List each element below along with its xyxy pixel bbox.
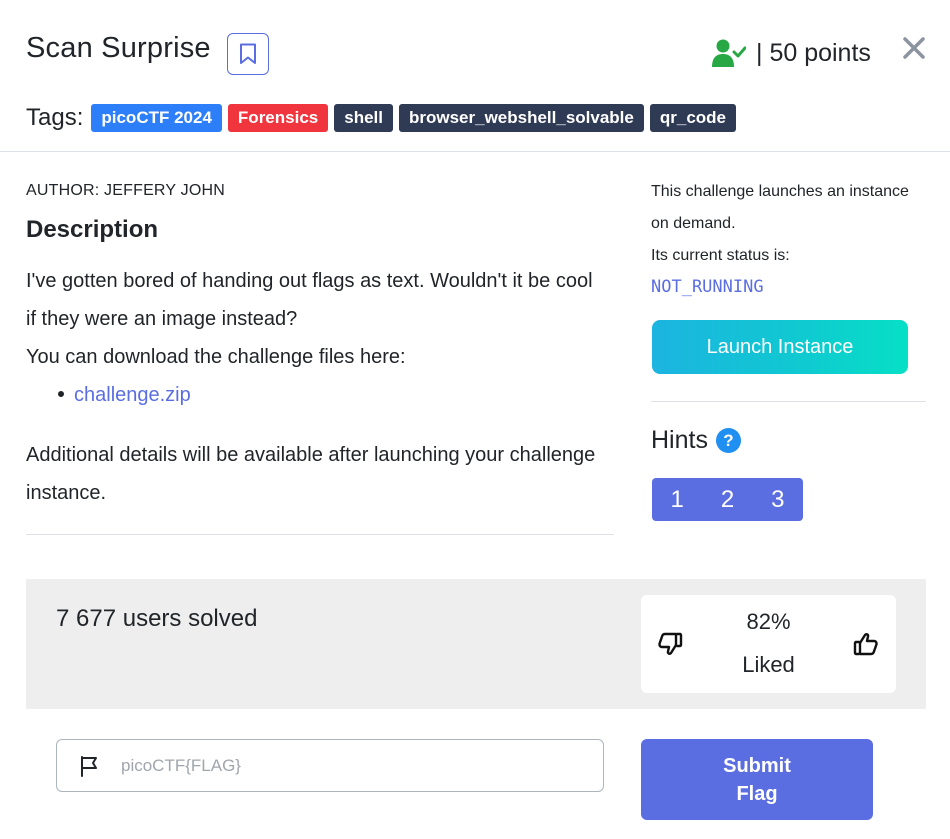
challenge-header: Scan Surprise | 50 points Tags: picoCTF …: [0, 0, 950, 152]
stats-panel: 7 677 users solved 82% Liked: [26, 579, 926, 709]
help-icon[interactable]: ?: [715, 428, 741, 453]
additional-details: Additional details will be available aft…: [26, 444, 596, 504]
submit-flag-button[interactable]: Submit Flag: [641, 739, 873, 820]
description-heading: Description: [26, 216, 159, 243]
file-list: challenge.zip: [58, 376, 191, 414]
liked-card: 82% Liked: [641, 595, 896, 693]
divider: [26, 534, 614, 535]
thumb-up-icon[interactable]: [853, 631, 879, 657]
challenge-title: Scan Surprise: [26, 32, 211, 64]
tag-list: Tags: picoCTF 2024 Forensics shell brows…: [26, 104, 742, 132]
tag-qr-code[interactable]: qr_code: [649, 104, 737, 132]
description-line-2: You can download the challenge files her…: [26, 346, 406, 368]
instance-status: NOT_RUNNING: [651, 277, 764, 297]
flag-icon: [81, 755, 97, 777]
bookmark-button[interactable]: [227, 33, 269, 75]
tag-browser-webshell-solvable[interactable]: browser_webshell_solvable: [398, 104, 644, 132]
hints-label: Hints: [651, 426, 708, 454]
hint-button-2[interactable]: 2: [702, 486, 752, 514]
submit-label-line-2: Flag: [736, 782, 778, 805]
tag-picoctf-2024[interactable]: picoCTF 2024: [91, 104, 222, 132]
bookmark-icon: [240, 43, 256, 64]
description-line-1: I've gotten bored of handing out flags a…: [26, 270, 593, 330]
instance-info-line-1: This challenge launches an instance on d…: [651, 183, 909, 232]
submit-label-line-1: Submit: [723, 754, 791, 777]
challenge-zip-link[interactable]: challenge.zip: [74, 384, 191, 406]
instance-info: This challenge launches an instance on d…: [651, 176, 931, 272]
hints-heading: Hints ?: [651, 426, 741, 455]
points-display: | 50 points: [712, 36, 871, 70]
author: AUTHOR: JEFFERY JOHN: [26, 182, 225, 199]
user-check-icon: [712, 39, 746, 67]
tags-label: Tags:: [26, 104, 84, 131]
divider: [651, 401, 926, 402]
submit-label: Submit Flag: [723, 752, 791, 808]
launch-instance-button[interactable]: Launch Instance: [652, 320, 908, 374]
instance-info-line-2: Its current status is:: [651, 247, 790, 264]
tag-forensics[interactable]: Forensics: [227, 104, 329, 132]
flag-input-container: [56, 739, 604, 792]
points-value: | 50 points: [756, 38, 871, 67]
tag-shell[interactable]: shell: [334, 104, 393, 132]
hint-button-1[interactable]: 1: [652, 486, 702, 514]
flag-input[interactable]: [121, 755, 561, 776]
list-item: challenge.zip: [58, 376, 191, 414]
bullet: [58, 390, 64, 397]
description-body: I've gotten bored of handing out flags a…: [26, 262, 606, 376]
users-solved: 7 677 users solved: [56, 605, 258, 632]
close-icon[interactable]: [902, 36, 926, 60]
hint-button-3[interactable]: 3: [753, 486, 803, 514]
hint-button-group: 1 2 3: [652, 478, 803, 521]
